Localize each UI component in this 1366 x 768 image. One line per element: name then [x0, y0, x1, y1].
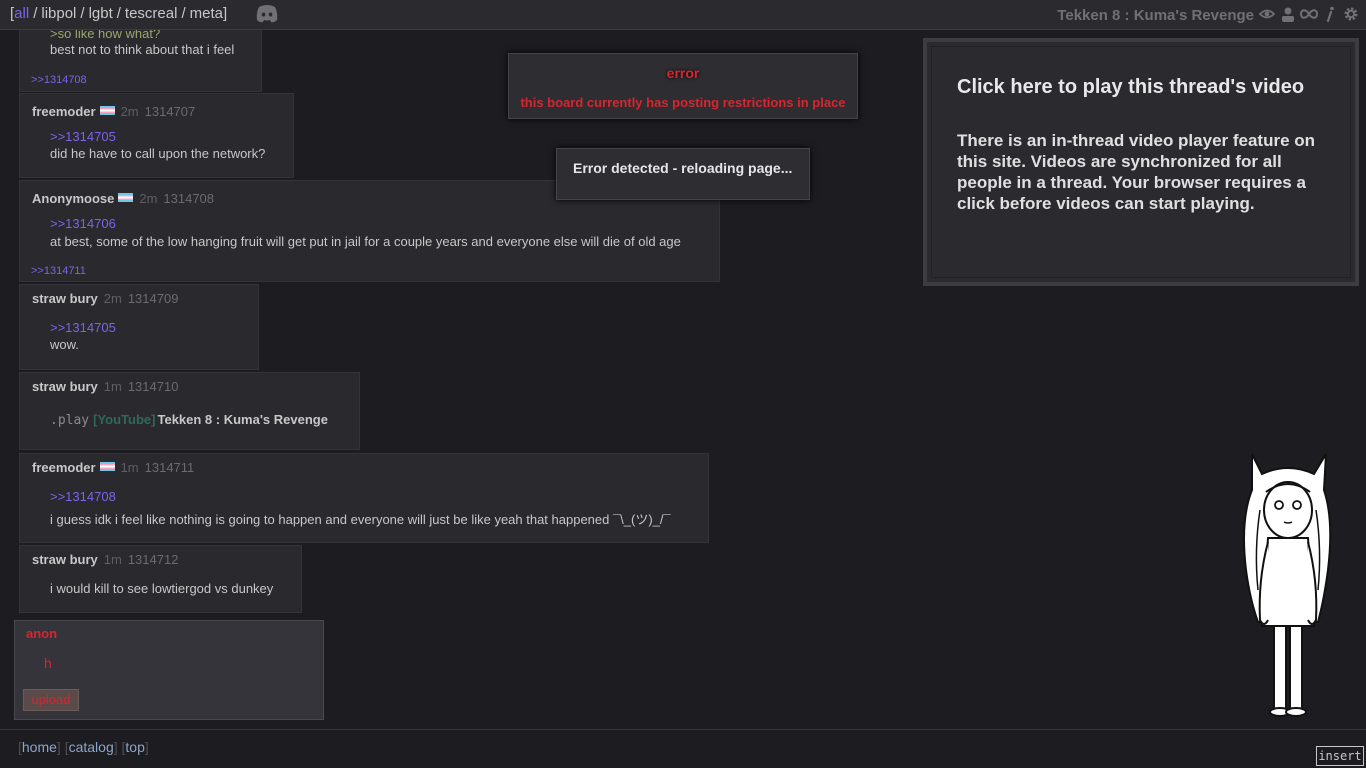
post-body: best not to think about that i feel [50, 42, 235, 57]
quote-link[interactable]: >>1314705 [50, 129, 116, 144]
quote-link[interactable]: >>1314705 [50, 320, 116, 335]
discord-icon[interactable] [255, 4, 279, 24]
post-header: freemoder 2m 1314707 [32, 104, 195, 119]
trans-flag-icon [99, 462, 115, 471]
post-number[interactable]: 1314710 [128, 379, 179, 394]
footer-nav: [home] [catalog] [top] [18, 739, 149, 755]
board-separator: / [80, 5, 85, 22]
reply-form: anon h upload [14, 620, 324, 720]
poster-name[interactable]: straw bury [32, 291, 98, 306]
play-command-text: .play [50, 413, 90, 428]
post-number[interactable]: 1314709 [128, 291, 179, 306]
eye-icon[interactable] [1259, 6, 1275, 22]
info-icon[interactable] [1324, 6, 1336, 22]
post-time: 2m [139, 191, 158, 206]
post-body: did he have to call upon the network? [50, 146, 266, 161]
user-icon[interactable] [1280, 6, 1296, 22]
bracket-close: ] [222, 5, 228, 22]
upload-button[interactable]: upload [23, 689, 79, 711]
trans-flag-icon [118, 193, 134, 202]
mascot-illustration [1243, 453, 1332, 717]
poster-name[interactable]: straw bury [32, 379, 98, 394]
post-time: 2m [120, 104, 139, 119]
reply-name-field[interactable]: anon [26, 626, 57, 641]
post-body: wow. [50, 337, 79, 352]
trans-flag-icon [99, 106, 115, 115]
post: straw bury 1m 1314710 .play [YouTube] Tekken… [19, 372, 360, 450]
board-list: [all / libpol / lgbt / tescreal / meta] [10, 5, 227, 22]
video-player-panel[interactable]: Click here to play this thread's video T… [923, 38, 1359, 286]
board-link-lgbt[interactable]: lgbt [89, 5, 113, 22]
quote-link[interactable]: >>1314708 [50, 489, 116, 504]
reload-message: Error detected - reloading page... [573, 160, 793, 176]
post-body: at best, some of the low hanging fruit w… [50, 234, 681, 249]
thread-title: Tekken 8 : Kuma's Revenge [1057, 7, 1254, 24]
backlink[interactable]: >>1314708 [31, 74, 87, 86]
video-heading[interactable]: Click here to play this thread's video [957, 76, 1304, 99]
post-header: straw bury 1m 1314710 [32, 379, 178, 394]
post-header: straw bury 2m 1314709 [32, 291, 178, 306]
youtube-tag[interactable]: [YouTube] [93, 412, 155, 427]
post-header: straw bury 1m 1314712 [32, 552, 178, 567]
board-separator: / [33, 5, 38, 22]
board-link-all[interactable]: all [14, 5, 29, 22]
post: straw bury 1m 1314712 i would kill to see … [19, 545, 302, 613]
error-dialog[interactable]: error this board currently has posting r… [508, 53, 858, 119]
board-link-tescreal[interactable]: tescreal [125, 5, 178, 22]
post-number[interactable]: 1314711 [145, 460, 195, 475]
reply-text-field[interactable]: h [44, 655, 52, 671]
input-mode-indicator: insert [1316, 746, 1364, 766]
youtube-title[interactable]: Tekken 8 : Kuma's Revenge [157, 412, 327, 427]
post: freemoder 1m 1314711 >>1314708 i guess idk… [19, 453, 709, 543]
post-body: i guess idk i feel like nothing is going… [50, 512, 671, 527]
post-time: 2m [103, 291, 122, 306]
post-header: Anonymoose 2m 1314708 [32, 191, 214, 206]
board-separator: / [116, 5, 121, 22]
post-number[interactable]: 1314708 [163, 191, 214, 206]
poster-name[interactable]: Anonymoose [32, 191, 114, 206]
poster-name[interactable]: straw bury [32, 552, 98, 567]
post-header: freemoder 1m 1314711 [32, 460, 194, 475]
footer-link-catalog[interactable]: catalog [69, 739, 114, 755]
board-link-meta[interactable]: meta [190, 5, 223, 22]
video-description: There is an in-thread video player featu… [957, 131, 1316, 213]
backlink[interactable]: >>1314711 [31, 265, 86, 277]
error-message: this board currently has posting restric… [520, 95, 846, 110]
poster-name[interactable]: freemoder [32, 460, 96, 475]
footer-link-home[interactable]: home [22, 739, 57, 755]
error-title: error [666, 65, 700, 81]
post: straw bury 2m 1314709 >>1314705 wow. [19, 284, 259, 370]
footer-link-top[interactable]: top [125, 739, 144, 755]
post-time: 1m [103, 552, 122, 567]
post-time: 1m [103, 379, 122, 394]
post: freemoder 2m 1314707 >>1314705 did he have… [19, 93, 294, 178]
play-command: .play [YouTube] Tekken 8 : Kuma's Revenge [50, 412, 328, 428]
board-link-libpol[interactable]: libpol [41, 5, 76, 22]
top-bar: [all / libpol / lgbt / tescreal / meta] Tekken 8… [0, 0, 1366, 30]
post-number[interactable]: 1314707 [145, 104, 196, 119]
footer-divider [0, 729, 1366, 730]
quote-link[interactable]: >>1314706 [50, 216, 116, 231]
post-time: 1m [120, 460, 139, 475]
post-number[interactable]: 1314712 [128, 552, 179, 567]
reload-notice: Error detected - reloading page... [556, 148, 810, 200]
board-separator: / [181, 5, 186, 22]
post-body: i would kill to see lowtiergod vs dunkey [50, 581, 274, 596]
gear-icon[interactable] [1343, 6, 1359, 22]
poster-name[interactable]: freemoder [32, 104, 96, 119]
infinity-icon[interactable] [1300, 6, 1318, 22]
